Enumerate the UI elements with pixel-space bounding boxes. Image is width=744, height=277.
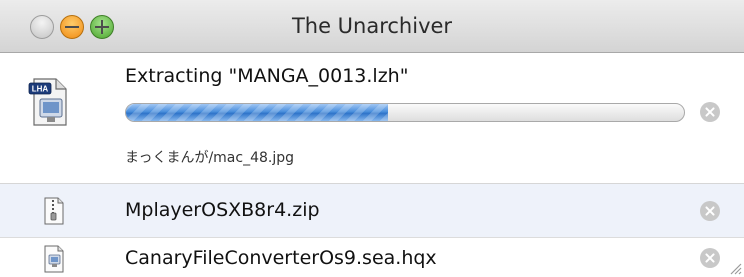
hqx-archive-icon xyxy=(44,245,64,273)
active-extraction-row: LHA Extracting "MANGA_0013.lzh" まっくまんが/m… xyxy=(0,53,744,184)
remove-queue-item-button[interactable] xyxy=(700,248,720,268)
lha-badge-text: LHA xyxy=(32,85,49,94)
extraction-progress-bar xyxy=(125,103,685,122)
lha-archive-icon: LHA xyxy=(28,78,67,126)
queue-item-name: MplayerOSXB8r4.zip xyxy=(125,199,320,221)
current-file-label: まっくまんが/mac_48.jpg xyxy=(125,150,294,166)
queue-item[interactable]: CanaryFileConverterOs9.sea.hqx xyxy=(0,238,744,277)
window-title: The Unarchiver xyxy=(291,14,453,38)
extraction-title: Extracting "MANGA_0013.lzh" xyxy=(125,65,409,87)
queue-item-name: CanaryFileConverterOs9.sea.hqx xyxy=(125,247,437,269)
unarchiver-window: The Unarchiver LHA Extracting "MANGA_001… xyxy=(0,0,744,277)
cancel-extraction-button[interactable] xyxy=(700,102,720,122)
remove-queue-item-button[interactable] xyxy=(700,201,720,221)
zip-archive-icon xyxy=(44,197,64,225)
queue-item[interactable]: MplayerOSXB8r4.zip xyxy=(0,184,744,238)
resize-grip-icon[interactable] xyxy=(726,259,742,275)
progress-fill xyxy=(126,104,389,121)
title-bar[interactable]: The Unarchiver xyxy=(0,0,744,53)
